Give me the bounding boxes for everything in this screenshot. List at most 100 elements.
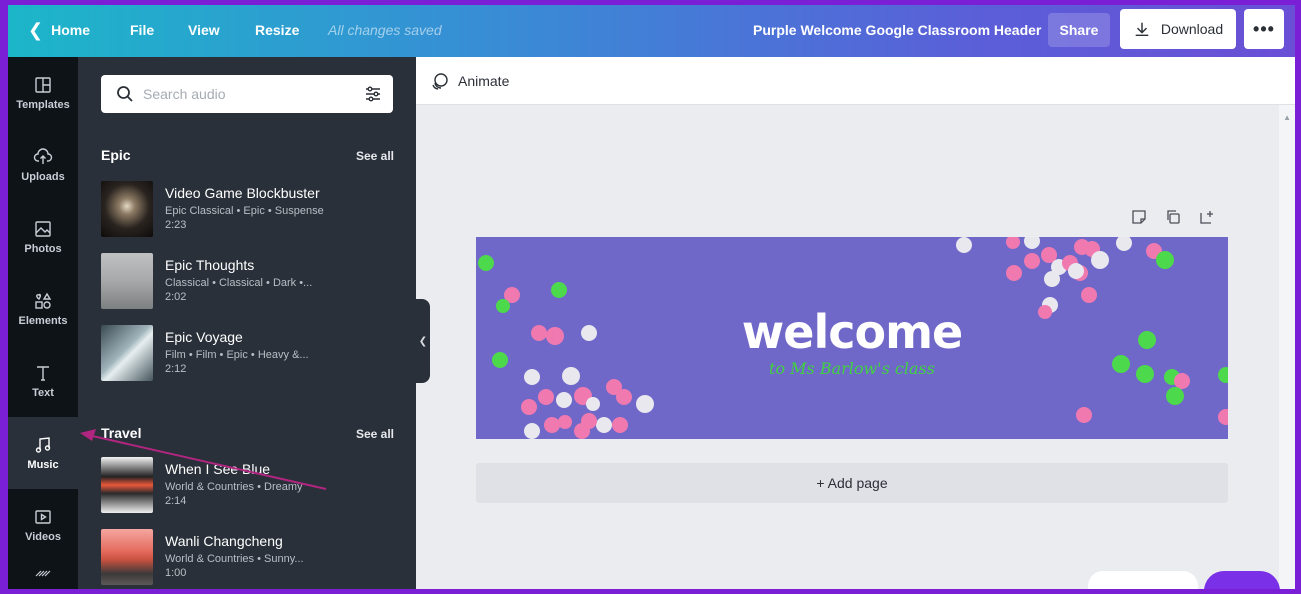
track-tags: World & Countries • Sunny... [165,553,304,565]
confetti-dot [1081,287,1097,303]
add-page-label: + Add page [816,475,888,491]
see-all-travel[interactable]: See all [356,427,394,441]
rail-item-templates[interactable]: Templates [8,57,78,129]
view-menu[interactable]: View [188,22,220,38]
rail-item-elements[interactable]: Elements [8,273,78,345]
duplicate-page-icon[interactable] [1165,209,1181,225]
animate-button[interactable]: Animate [430,71,509,91]
confetti-dot [1091,251,1109,269]
upload-cloud-icon [33,148,53,164]
track-duration: 2:02 [165,291,187,303]
design-subheading[interactable]: to Ms Barlow's class [476,359,1228,378]
design-title[interactable]: Purple Welcome Google Classroom Header [753,22,1041,38]
track-thumbnail [101,325,153,381]
filter-sliders-icon[interactable] [363,84,383,104]
rail-item-more[interactable] [8,561,78,589]
confetti-dot [1024,237,1040,249]
confetti-dot [1006,265,1022,281]
confetti-dot [556,392,572,408]
confetti-dot [538,389,554,405]
section-title-travel: Travel [101,425,142,441]
rail-item-photos[interactable]: Photos [8,201,78,273]
track-thumbnail [101,253,153,309]
rail-label: Elements [18,315,68,327]
confetti-dot [1166,387,1184,405]
add-page-button[interactable]: + Add page [476,463,1228,503]
top-bar: ❮ Home File View Resize All changes save… [8,5,1295,57]
rail-item-uploads[interactable]: Uploads [8,129,78,201]
confetti-dot [581,413,597,429]
editor-canvas-area: Animate ▲ welcome to Ms Barlow's class +… [416,57,1295,589]
confetti-dot [636,395,654,413]
search-icon [117,86,133,102]
track-title: Video Game Blockbuster [165,185,320,201]
file-menu[interactable]: File [130,22,154,38]
confetti-dot [1076,407,1092,423]
templates-icon [35,77,51,93]
scroll-up-arrow-icon[interactable]: ▲ [1283,113,1291,122]
help-button[interactable] [1204,571,1280,589]
rail-label: Videos [25,531,61,543]
track-tags: Epic Classical • Epic • Suspense [165,205,324,217]
track-title: When I See Blue [165,461,271,477]
animate-label: Animate [458,73,510,89]
see-all-epic[interactable]: See all [356,149,394,163]
confetti-dot [558,415,572,429]
more-dots-icon: ••• [1253,18,1275,39]
music-note-icon [35,437,51,453]
confetti-dot [596,417,612,433]
download-icon [1135,22,1149,37]
track-item[interactable]: Epic Voyage Film • Film • Epic • Heavy &… [101,325,401,383]
more-options-button[interactable]: ••• [1244,9,1284,49]
track-tags: Classical • Classical • Dark •... [165,277,313,289]
collapse-panel-button[interactable]: ❮ [416,299,430,383]
confetti-dot [524,423,540,439]
track-duration: 2:12 [165,363,187,375]
rail-label: Music [27,459,59,471]
track-title: Epic Thoughts [165,257,255,273]
confetti-dot [956,237,972,253]
text-icon [37,366,49,381]
zoom-control[interactable] [1088,571,1198,589]
track-duration: 1:00 [165,567,187,579]
side-nav-rail: Templates Uploads Photos Elements Text M… [8,57,78,589]
confetti-dot [521,399,537,415]
section-title-epic: Epic [101,147,131,163]
share-label: Share [1059,22,1099,38]
photo-icon [35,221,51,237]
confetti-dot [1024,253,1040,269]
track-item[interactable]: Epic Thoughts Classical • Classical • Da… [101,253,401,311]
share-button[interactable]: Share [1048,13,1110,47]
confetti-dot [1044,271,1060,287]
design-page[interactable]: welcome to Ms Barlow's class [476,237,1228,439]
confetti-dot [1116,237,1132,251]
confetti-dot [551,282,567,298]
note-icon[interactable] [1131,209,1147,225]
rail-label: Photos [24,243,62,255]
home-button[interactable]: ❮ Home [28,21,90,39]
track-item[interactable]: Video Game Blockbuster Epic Classical • … [101,181,401,239]
design-heading[interactable]: welcome [476,305,1228,359]
confetti-dot [1218,409,1228,425]
rail-label: Text [32,387,54,399]
track-item[interactable]: Wanli Changcheng World & Countries • Sun… [101,529,401,587]
track-duration: 2:14 [165,495,187,507]
download-button[interactable]: Download [1120,9,1236,49]
rail-item-videos[interactable]: Videos [8,489,78,561]
track-title: Epic Voyage [165,329,243,345]
save-status: All changes saved [328,22,442,38]
resize-menu[interactable]: Resize [255,22,299,38]
rail-item-text[interactable]: Text [8,345,78,417]
rail-item-music[interactable]: Music [8,417,78,489]
home-label: Home [51,22,90,38]
track-item[interactable]: When I See Blue World & Countries • Drea… [101,457,401,515]
confetti-dot [1156,251,1174,269]
pattern-icon [35,570,51,577]
chevron-left-icon: ❮ [418,335,428,347]
confetti-dot [1068,263,1084,279]
confetti-dot [612,417,628,433]
search-input[interactable] [143,75,343,113]
vertical-scrollbar[interactable] [1279,105,1295,589]
search-box[interactable] [101,75,393,113]
add-page-icon[interactable] [1199,209,1215,225]
